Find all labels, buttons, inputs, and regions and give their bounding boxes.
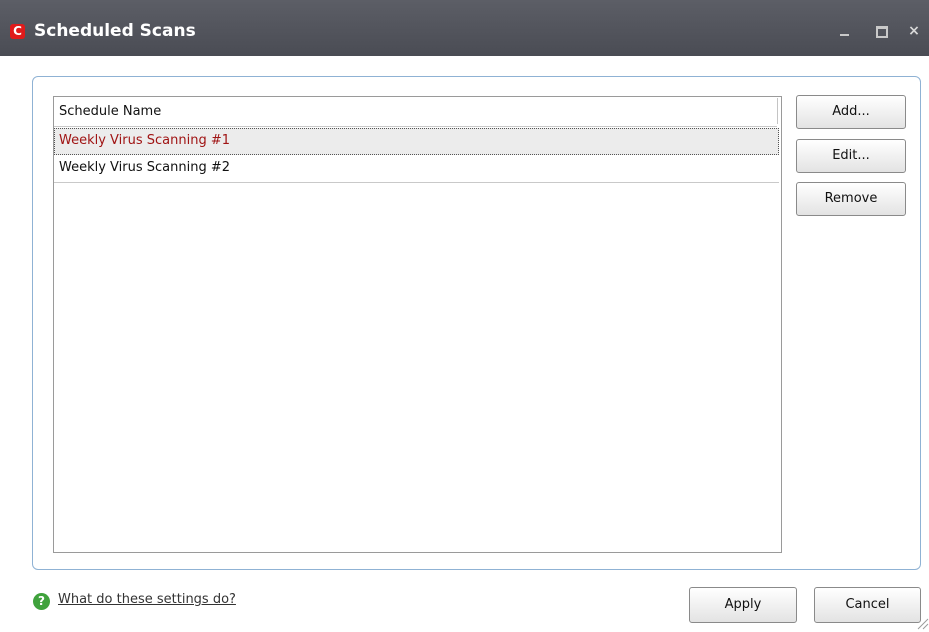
add-button[interactable]: Add... bbox=[796, 95, 906, 129]
minimize-icon bbox=[840, 34, 849, 36]
maximize-icon bbox=[876, 26, 888, 38]
resize-grip-icon[interactable] bbox=[913, 614, 929, 630]
close-icon: × bbox=[908, 23, 920, 39]
apply-button[interactable]: Apply bbox=[689, 587, 797, 623]
scheduled-scans-window: C Scheduled Scans × Schedule Name Weekly… bbox=[0, 0, 929, 632]
cancel-button[interactable]: Cancel bbox=[814, 587, 921, 623]
column-divider[interactable] bbox=[777, 98, 781, 124]
window-title: Scheduled Scans bbox=[34, 21, 196, 41]
close-button[interactable]: × bbox=[904, 20, 924, 42]
help-icon[interactable]: ? bbox=[33, 593, 50, 610]
list-item-label: Weekly Virus Scanning #1 bbox=[59, 133, 231, 148]
list-header[interactable]: Schedule Name bbox=[54, 97, 781, 127]
column-header-schedule-name[interactable]: Schedule Name bbox=[59, 104, 161, 119]
schedule-list[interactable]: Schedule Name Weekly Virus Scanning #1 W… bbox=[53, 96, 782, 553]
list-item[interactable]: Weekly Virus Scanning #2 bbox=[54, 155, 779, 183]
remove-button[interactable]: Remove bbox=[796, 182, 906, 216]
title-bar[interactable]: C Scheduled Scans × bbox=[0, 0, 929, 56]
maximize-button[interactable] bbox=[871, 20, 891, 42]
list-item-selected[interactable]: Weekly Virus Scanning #1 bbox=[54, 128, 779, 155]
minimize-button[interactable] bbox=[835, 20, 855, 42]
edit-button[interactable]: Edit... bbox=[796, 139, 906, 173]
app-logo-icon: C bbox=[10, 24, 25, 39]
list-item-label: Weekly Virus Scanning #2 bbox=[59, 160, 231, 175]
help-link[interactable]: What do these settings do? bbox=[58, 592, 236, 607]
